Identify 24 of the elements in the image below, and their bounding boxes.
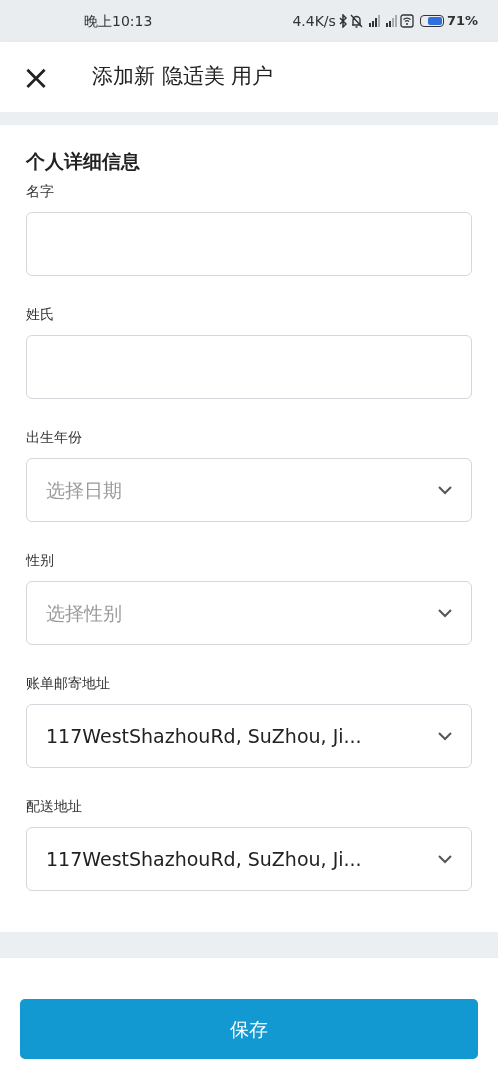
close-button[interactable]: × — [22, 63, 50, 91]
field-label: 配送地址 — [26, 797, 83, 816]
bluetooth-icon — [338, 14, 347, 28]
battery-percent: 71% — [446, 12, 478, 31]
input-field[interactable] — [26, 212, 472, 276]
field-label: 性别 — [26, 551, 55, 570]
section-title: 个人详细信息 — [26, 149, 141, 174]
chevron-down-icon — [438, 854, 452, 864]
chevron-down-icon — [438, 731, 452, 741]
bell-off-icon — [349, 14, 363, 28]
field-label: 名字 — [26, 182, 55, 201]
wifi-icon — [399, 14, 414, 28]
field-label: 姓氏 — [26, 305, 55, 324]
field-label: 出生年份 — [26, 428, 83, 447]
input-field[interactable] — [26, 335, 472, 399]
chevron-down-icon — [438, 485, 452, 495]
network-speed: 4.4K/s — [292, 11, 336, 31]
chevron-down-icon — [438, 608, 452, 618]
dropdown-field[interactable]: 117WestShazhouRd, SuZhou, Ji... — [26, 827, 472, 891]
battery-icon — [419, 15, 444, 27]
page-title: 添加新 隐适美 用户 — [92, 63, 274, 91]
dropdown-field[interactable]: 117WestShazhouRd, SuZhou, Ji... — [26, 704, 472, 768]
status-time: 晚上10:13 — [84, 11, 153, 31]
field-label: 账单邮寄地址 — [26, 674, 111, 693]
